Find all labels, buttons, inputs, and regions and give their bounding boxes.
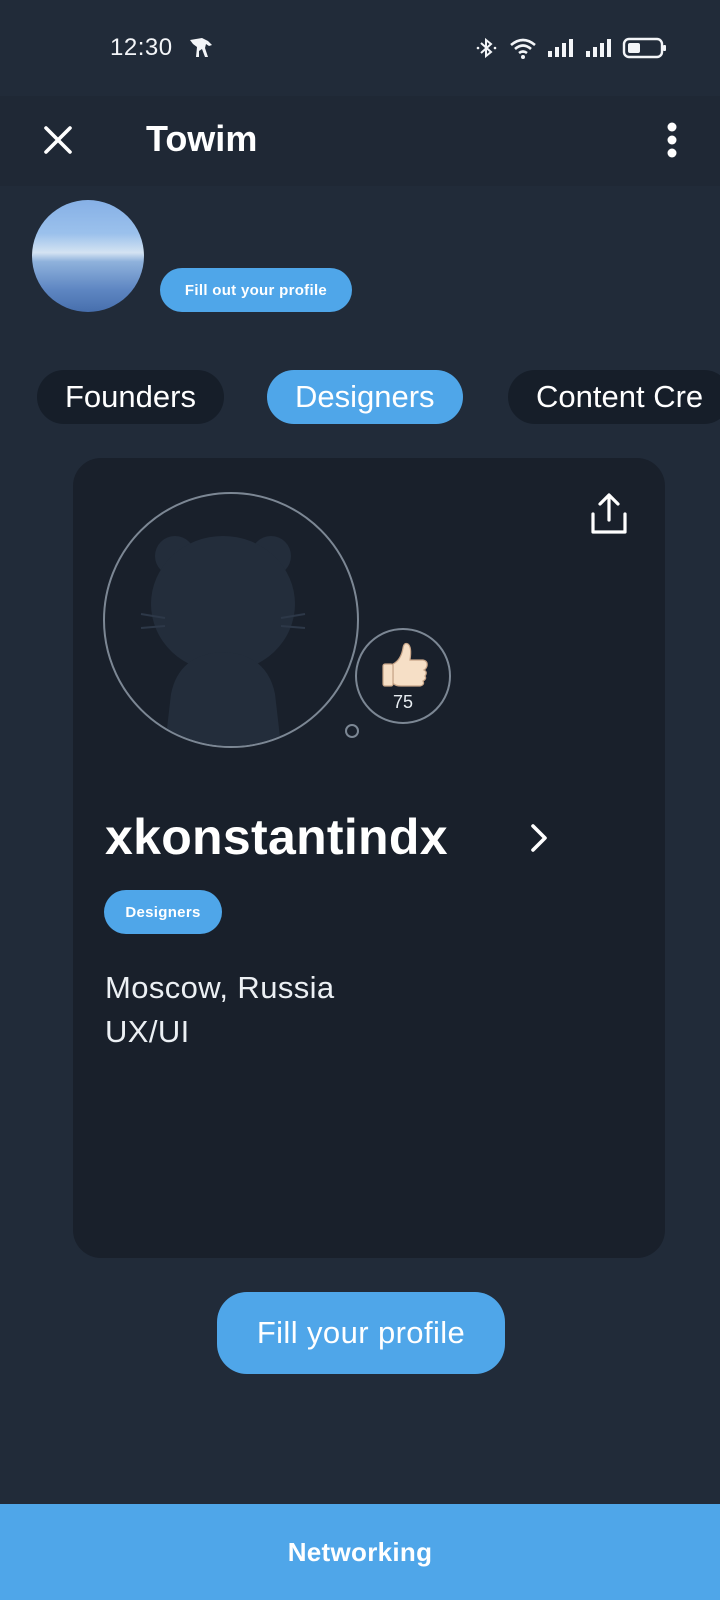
more-vertical-icon bbox=[667, 122, 677, 158]
share-button[interactable] bbox=[587, 490, 631, 538]
thumbs-up-icon bbox=[382, 642, 428, 687]
my-avatar[interactable] bbox=[32, 200, 144, 312]
more-options-button[interactable] bbox=[650, 110, 694, 170]
tab-content-creators[interactable]: Content Cre bbox=[508, 370, 720, 424]
status-bar: 12:30 bbox=[0, 0, 720, 96]
app-title: Towim bbox=[146, 118, 258, 159]
share-icon bbox=[591, 493, 627, 534]
battery-icon bbox=[622, 35, 668, 61]
location: Moscow, Russia bbox=[105, 970, 335, 1005]
category-tabs: Founders Designers Content Cre bbox=[0, 370, 720, 426]
bubble-tail bbox=[345, 724, 359, 738]
likes-count: 75 bbox=[392, 692, 414, 712]
username[interactable]: xkonstantindx bbox=[105, 808, 448, 866]
app-bar: Towim bbox=[0, 96, 720, 186]
role-badge: Designers bbox=[104, 890, 222, 934]
avatar-placeholder-icon bbox=[140, 536, 306, 746]
app-notification-icon bbox=[188, 35, 214, 61]
bluetooth-icon bbox=[474, 35, 500, 61]
nav-networking[interactable]: Networking bbox=[288, 1537, 433, 1568]
signal-icon bbox=[584, 35, 614, 61]
close-icon bbox=[44, 126, 72, 154]
chevron-right-icon[interactable] bbox=[525, 818, 553, 858]
profession: UX/UI bbox=[105, 1014, 190, 1049]
user-avatar bbox=[103, 492, 359, 748]
status-time: 12:30 bbox=[110, 34, 173, 61]
close-button[interactable] bbox=[38, 120, 78, 160]
profile-card[interactable]: 75 xkonstantindx Designers Moscow, Russi… bbox=[73, 458, 665, 1258]
fill-out-profile-chip[interactable]: Fill out your profile bbox=[160, 268, 352, 312]
wifi-icon bbox=[508, 35, 538, 61]
bottom-nav[interactable]: Networking bbox=[0, 1504, 720, 1600]
tab-founders[interactable]: Founders bbox=[37, 370, 224, 424]
tab-designers[interactable]: Designers bbox=[267, 370, 463, 424]
status-icons bbox=[474, 34, 668, 62]
fill-profile-button[interactable]: Fill your profile bbox=[217, 1292, 505, 1374]
screen: 12:30 Towim Fill out your profile Founde… bbox=[0, 0, 720, 1600]
likes-bubble[interactable]: 75 bbox=[355, 628, 451, 724]
signal-icon bbox=[546, 35, 576, 61]
